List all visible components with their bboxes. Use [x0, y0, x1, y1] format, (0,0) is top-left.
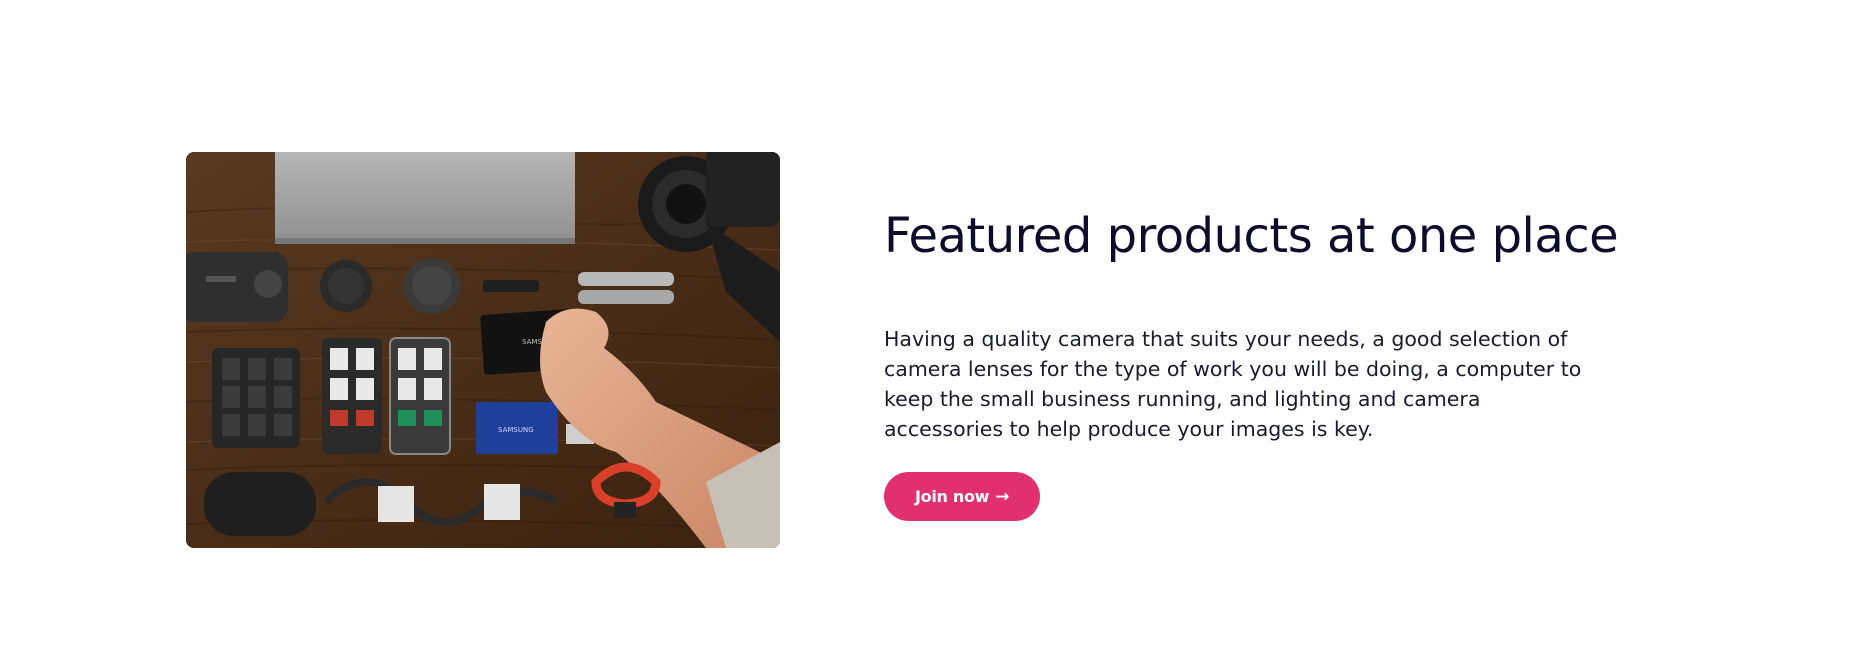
- arrow-right-icon: →: [995, 486, 1010, 507]
- featured-products-content: Featured products at one place Having a …: [884, 200, 1704, 521]
- section-description: Having a quality camera that suits your …: [884, 327, 1582, 441]
- laptop-shape: [275, 152, 575, 244]
- featured-products-image: SAMSUNG SAMSUNG: [186, 152, 780, 548]
- join-now-label: Join now: [915, 487, 990, 506]
- join-now-button[interactable]: Join now →: [884, 472, 1041, 521]
- section-title: Featured products at one place: [884, 208, 1619, 264]
- ssd-blue-brand-text: SAMSUNG: [498, 426, 534, 434]
- featured-products-section: SAMSUNG SAMSUNG Featured products at one…: [0, 0, 1864, 660]
